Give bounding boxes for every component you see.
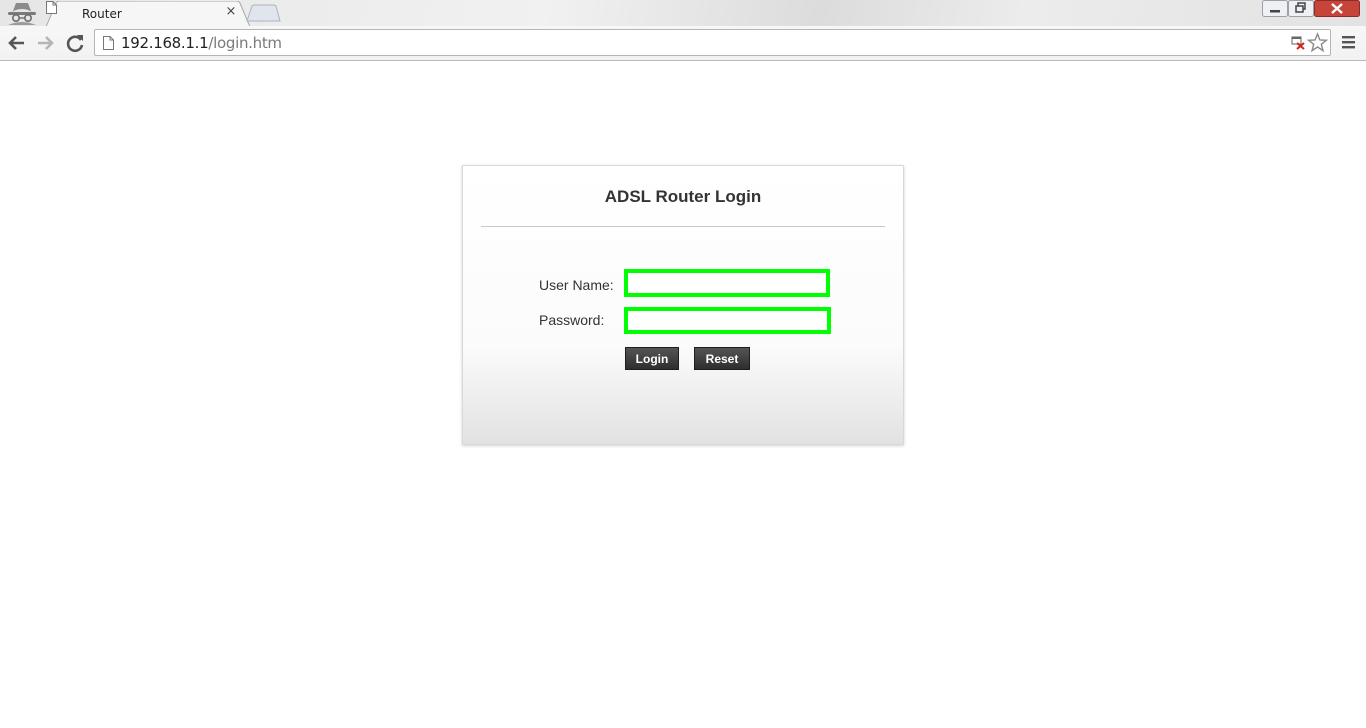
bookmark-star-icon[interactable] (1307, 32, 1328, 53)
close-window-icon[interactable] (1314, 0, 1360, 18)
page-icon (103, 36, 114, 50)
menu-icon[interactable] (1340, 33, 1358, 51)
url-text[interactable]: 192.168.1.1/login.htm (121, 34, 282, 52)
new-tab-button[interactable] (246, 4, 282, 22)
login-title: ADSL Router Login (604, 187, 762, 206)
divider (481, 226, 885, 227)
url-path: /login.htm (208, 34, 282, 52)
login-button[interactable]: Login (625, 347, 679, 370)
url-host: 192.168.1.1 (121, 34, 209, 52)
browser-toolbar: 192.168.1.1/login.htm (0, 26, 1366, 61)
popup-blocked-icon[interactable] (1291, 36, 1305, 50)
tab-close-icon[interactable]: × (224, 5, 238, 19)
incognito-icon (8, 3, 36, 25)
reload-icon[interactable] (64, 32, 86, 54)
back-arrow-icon[interactable] (6, 32, 28, 54)
minimize-icon[interactable] (1262, 0, 1288, 18)
password-input[interactable] (624, 307, 831, 334)
page-icon (46, 1, 57, 14)
password-label: Password: (539, 312, 605, 328)
username-label: User Name: (539, 277, 614, 293)
login-panel: ADSL Router Login User Name: Password: L… (462, 165, 904, 445)
username-input[interactable] (624, 269, 830, 297)
forward-arrow-icon[interactable] (34, 32, 56, 54)
restore-icon[interactable] (1288, 0, 1314, 18)
browser-tab[interactable]: Router × (46, 1, 250, 27)
tab-title: Router (82, 7, 122, 21)
address-bar[interactable]: 192.168.1.1/login.htm (94, 29, 1331, 56)
browser-titlebar: Router × (0, 0, 1366, 27)
reset-button[interactable]: Reset (694, 347, 750, 370)
